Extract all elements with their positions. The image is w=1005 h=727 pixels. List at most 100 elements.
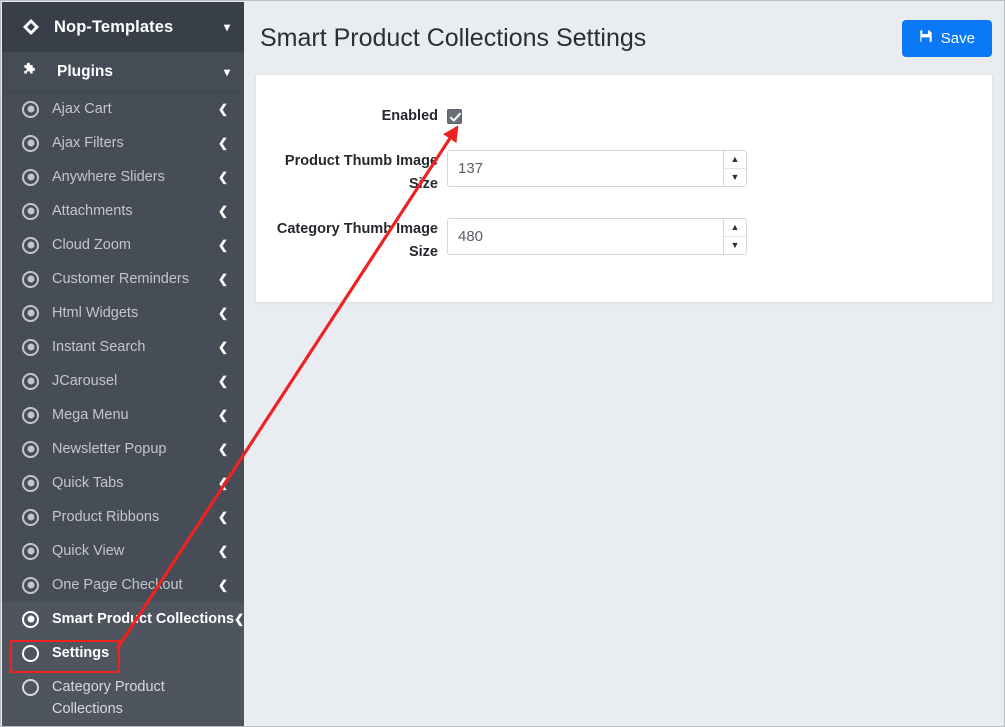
chevron-left-icon[interactable]: ❮ <box>218 511 228 523</box>
floppy-disk-icon <box>919 29 933 47</box>
sidebar-section-label: Plugins <box>57 63 224 81</box>
sidebar-item-label: Quick Tabs <box>52 475 218 491</box>
sidebar-item-label: Ajax Cart <box>52 101 218 117</box>
form-row-product-thumb: Product Thumb Image Size ▲ ▼ <box>256 150 992 196</box>
chevron-down-icon[interactable]: ▾ <box>224 20 230 34</box>
sidebar-item-smart-product-collections[interactable]: Smart Product Collections❮ <box>2 602 244 636</box>
sidebar-item-one-page-checkout[interactable]: One Page Checkout❮ <box>2 568 244 602</box>
chevron-left-icon[interactable]: ❮ <box>218 477 228 489</box>
sidebar-item-label: Customer Reminders <box>52 271 218 287</box>
sidebar-item-label: Html Widgets <box>52 305 218 321</box>
form-row-enabled: Enabled <box>256 105 992 128</box>
sidebar-item-anywhere-sliders[interactable]: Anywhere Sliders❮ <box>2 160 244 194</box>
radio-dot-icon <box>22 407 39 424</box>
save-button[interactable]: Save <box>902 20 992 57</box>
sidebar-item-quick-tabs[interactable]: Quick Tabs❮ <box>2 466 244 500</box>
sidebar-item-label: Newsletter Popup <box>52 441 218 457</box>
category-thumb-spin-buttons: ▲ ▼ <box>723 218 747 255</box>
puzzle-piece-icon <box>22 61 39 83</box>
chevron-left-icon[interactable]: ❮ <box>218 171 228 183</box>
page-title: Smart Product Collections Settings <box>260 24 902 53</box>
category-thumb-input[interactable] <box>447 218 723 255</box>
radio-dot-icon <box>22 339 39 356</box>
sidebar-item-label: Mega Menu <box>52 407 218 423</box>
radio-dot-icon <box>22 101 39 118</box>
product-thumb-field: ▲ ▼ <box>447 150 992 187</box>
settings-highlight-box <box>10 640 120 673</box>
sidebar-item-quick-view[interactable]: Quick View❮ <box>2 534 244 568</box>
sidebar-item-jcarousel[interactable]: JCarousel❮ <box>2 364 244 398</box>
chevron-left-icon[interactable]: ❮ <box>218 205 228 217</box>
chevron-left-icon[interactable]: ❮ <box>218 103 228 115</box>
main-content: Smart Product Collections Settings Save … <box>244 2 1003 725</box>
radio-dot-icon <box>22 475 39 492</box>
sidebar-item-label: Quick View <box>52 543 218 559</box>
sidebar-brand[interactable]: Nop-Templates ▾ <box>2 2 244 52</box>
caret-up-icon[interactable]: ▲ <box>724 219 746 237</box>
sidebar-item-cloud-zoom[interactable]: Cloud Zoom❮ <box>2 228 244 262</box>
product-thumb-spin-buttons: ▲ ▼ <box>723 150 747 187</box>
sidebar-item-customer-reminders[interactable]: Customer Reminders❮ <box>2 262 244 296</box>
brand-label: Nop-Templates <box>54 18 224 37</box>
sidebar-item-instant-search[interactable]: Instant Search❮ <box>2 330 244 364</box>
radio-dot-icon <box>22 237 39 254</box>
chevron-left-icon[interactable]: ❮ <box>218 239 228 251</box>
chevron-left-icon[interactable]: ❮ <box>218 273 228 285</box>
caret-down-icon[interactable]: ▼ <box>724 237 746 254</box>
sidebar-item-label: Ajax Filters <box>52 135 218 151</box>
sidebar-item-label: Attachments <box>52 203 218 219</box>
radio-dot-icon <box>22 271 39 288</box>
sidebar-item-ajax-filters[interactable]: Ajax Filters❮ <box>2 126 244 160</box>
sidebar-item-label: One Page Checkout <box>52 577 218 593</box>
settings-card: Enabled Product Thumb Image Size ▲ <box>255 74 993 303</box>
radio-dot-icon <box>22 305 39 322</box>
sidebar-item-attachments[interactable]: Attachments❮ <box>2 194 244 228</box>
sidebar-section-plugins[interactable]: Plugins ▾ <box>2 52 244 92</box>
product-thumb-input[interactable] <box>447 150 723 187</box>
chevron-left-icon[interactable]: ❮ <box>218 443 228 455</box>
screenshot-root: Nop-Templates ▾ Plugins ▾ Ajax Cart❮Ajax… <box>0 0 1005 727</box>
chevron-left-icon[interactable]: ❮ <box>218 341 228 353</box>
sidebar-item-product-ribbons[interactable]: Product Ribbons❮ <box>2 500 244 534</box>
caret-up-icon[interactable]: ▲ <box>724 151 746 169</box>
radio-dot-icon <box>22 169 39 186</box>
product-thumb-stepper: ▲ ▼ <box>447 150 747 187</box>
chevron-left-icon[interactable]: ❮ <box>234 613 244 625</box>
category-thumb-stepper: ▲ ▼ <box>447 218 747 255</box>
sidebar-item-label: Smart Product Collections <box>52 611 234 627</box>
form-row-category-thumb: Category Thumb Image Size ▲ ▼ <box>256 218 992 264</box>
radio-dot-icon <box>22 441 39 458</box>
page-header: Smart Product Collections Settings Save <box>244 2 1003 74</box>
chevron-left-icon[interactable]: ❮ <box>218 375 228 387</box>
radio-dot-icon <box>22 577 39 594</box>
sidebar-item-label: Product Ribbons <box>52 509 218 525</box>
category-thumb-field: ▲ ▼ <box>447 218 992 255</box>
sidebar-item-newsletter-popup[interactable]: Newsletter Popup❮ <box>2 432 244 466</box>
sidebar-item-ajax-cart[interactable]: Ajax Cart❮ <box>2 92 244 126</box>
radio-dot-icon <box>22 203 39 220</box>
sidebar-subitem-category-product-collections[interactable]: Category Product Collections <box>2 670 244 726</box>
sidebar-item-label: Cloud Zoom <box>52 237 218 253</box>
chevron-down-icon[interactable]: ▾ <box>224 65 230 79</box>
enabled-checkbox[interactable] <box>447 109 462 124</box>
sidebar: Nop-Templates ▾ Plugins ▾ Ajax Cart❮Ajax… <box>2 2 244 727</box>
caret-down-icon[interactable]: ▼ <box>724 169 746 186</box>
sidebar-item-label: JCarousel <box>52 373 218 389</box>
chevron-left-icon[interactable]: ❮ <box>218 307 228 319</box>
sidebar-item-html-widgets[interactable]: Html Widgets❮ <box>2 296 244 330</box>
sidebar-subitem-label: Category Product Collections <box>52 676 202 720</box>
radio-dot-icon <box>22 373 39 390</box>
chevron-left-icon[interactable]: ❮ <box>218 545 228 557</box>
sidebar-nav-list: Ajax Cart❮Ajax Filters❮Anywhere Sliders❮… <box>2 92 244 636</box>
radio-dot-icon <box>22 509 39 526</box>
diamond-icon <box>22 18 40 36</box>
radio-dot-icon <box>22 611 39 628</box>
radio-dot-icon <box>22 135 39 152</box>
chevron-left-icon[interactable]: ❮ <box>218 579 228 591</box>
sidebar-item-mega-menu[interactable]: Mega Menu❮ <box>2 398 244 432</box>
chevron-left-icon[interactable]: ❮ <box>218 137 228 149</box>
product-thumb-label: Product Thumb Image Size <box>256 150 447 196</box>
radio-dot-icon <box>22 543 39 560</box>
sidebar-item-label: Instant Search <box>52 339 218 355</box>
chevron-left-icon[interactable]: ❮ <box>218 409 228 421</box>
